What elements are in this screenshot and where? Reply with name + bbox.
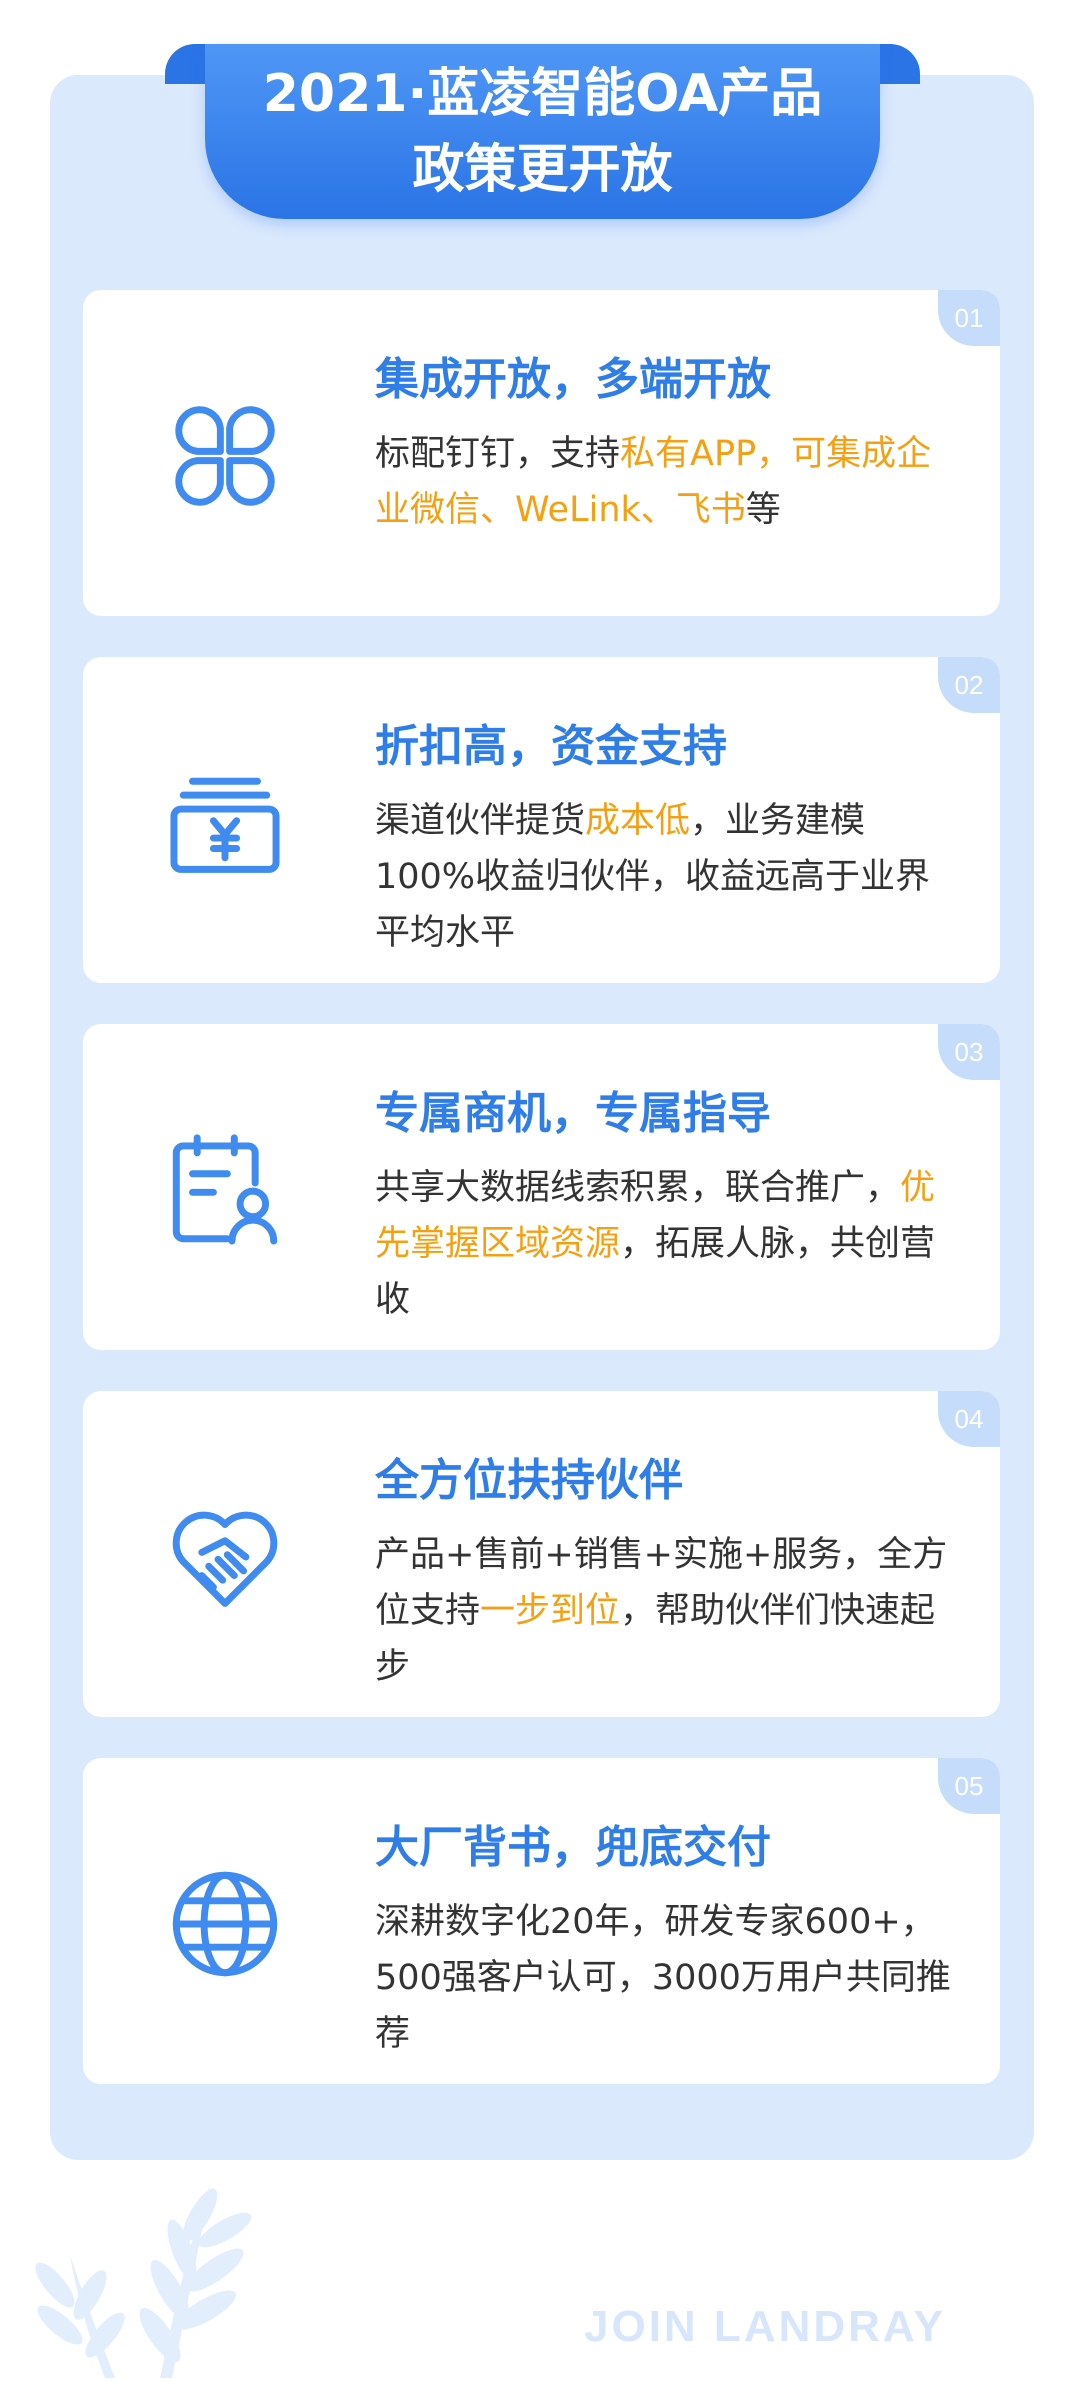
card-title: 全方位扶持伙伴 — [375, 1455, 683, 1506]
desc-text: 标配钉钉，支持 — [375, 434, 621, 474]
globe-icon — [167, 1866, 283, 1982]
header-title-line1: 2021·蓝凌智能OA产品 — [262, 64, 823, 124]
feature-card-2: 02 折扣高，资金支持 渠道伙伴提货成本低，业务建模100%收益归伙伴，收益远高… — [83, 657, 1000, 983]
leaf-decoration-icon — [10, 2175, 280, 2378]
card-title: 专属商机，专属指导 — [375, 1088, 771, 1139]
card-number: 03 — [938, 1024, 1000, 1080]
feature-card-4: 04 全方位扶持伙伴 产品+售前+销售+实施+服务，全方位支持一步到位，帮助伙伴… — [83, 1391, 1000, 1717]
card-title: 集成开放，多端开放 — [375, 354, 771, 405]
card-description: 渠道伙伴提货成本低，业务建模100%收益归伙伴，收益远高于业界平均水平 — [375, 793, 955, 961]
feature-card-3: 03 专属商机，专属指导 共享大数据线索积累，联合推广，优先掌握区域资源，拓展人… — [83, 1024, 1000, 1350]
header-title-line2: 政策更开放 — [412, 140, 673, 200]
desc-highlight: 一步到位 — [480, 1591, 621, 1631]
desc-text: 共享大数据线索积累，联合推广， — [375, 1168, 901, 1208]
card-number: 02 — [938, 657, 1000, 713]
card-title: 大厂背书，兜底交付 — [375, 1822, 771, 1873]
card-description: 共享大数据线索积累，联合推广，优先掌握区域资源，拓展人脉，共创营收 — [375, 1160, 955, 1328]
card-description: 标配钉钉，支持私有APP，可集成企业微信、WeLink、飞书等 — [375, 426, 955, 538]
card-number: 04 — [938, 1391, 1000, 1447]
card-number: 01 — [938, 290, 1000, 346]
clover-icon — [167, 398, 283, 514]
header-title-box: 2021·蓝凌智能OA产品 政策更开放 — [205, 44, 880, 219]
clipboard-user-icon — [167, 1132, 283, 1248]
desc-text: 等 — [745, 490, 781, 530]
desc-text: 渠道伙伴提货 — [375, 801, 586, 841]
heart-handshake-icon — [167, 1499, 283, 1615]
yen-cash-icon — [167, 765, 283, 881]
footer-brand: JOIN LANDRAY — [584, 2302, 946, 2351]
card-description: 深耕数字化20年，研发专家600+，500强客户认可，3000万用户共同推荐 — [375, 1894, 955, 2062]
header-banner: 2021·蓝凌智能OA产品 政策更开放 — [165, 44, 920, 219]
feature-card-5: 05 大厂背书，兜底交付 深耕数字化20年，研发专家600+，500强客户认可，… — [83, 1758, 1000, 2084]
card-description: 产品+售前+销售+实施+服务，全方位支持一步到位，帮助伙伴们快速起步 — [375, 1527, 955, 1695]
card-title: 折扣高，资金支持 — [375, 721, 727, 772]
desc-highlight: 成本低 — [585, 801, 691, 841]
card-number: 05 — [938, 1758, 1000, 1814]
feature-card-1: 01 集成开放，多端开放 标配钉钉，支持私有APP，可集成企业微信、WeLink… — [83, 290, 1000, 616]
desc-text: 深耕数字化20年，研发专家600+，500强客户认可，3000万用户共同推荐 — [375, 1902, 951, 2054]
